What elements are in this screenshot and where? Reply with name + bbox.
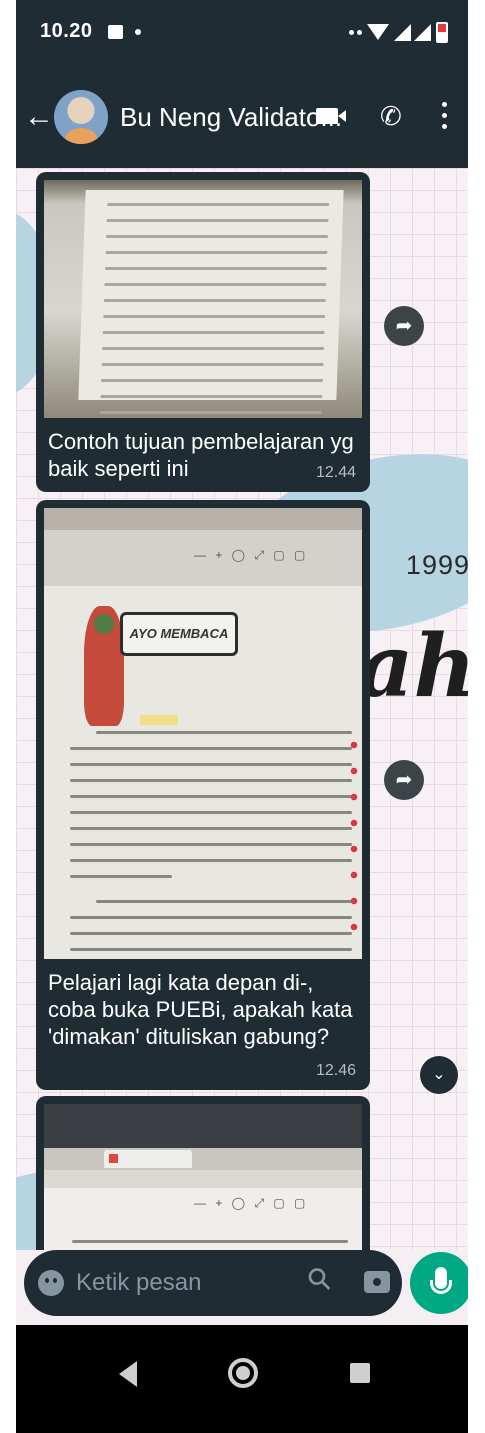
navigation-bar bbox=[16, 1325, 468, 1433]
contact-name[interactable]: Bu Neng Validato... bbox=[120, 102, 342, 133]
photo-red-dots bbox=[350, 732, 358, 942]
chat-area[interactable]: 1999 ah Contoh tujuan pembelajaran yg ba… bbox=[16, 168, 468, 1250]
photo-text-lines bbox=[70, 718, 352, 959]
wallpaper-script-text: ah bbox=[357, 616, 468, 717]
photo-figure bbox=[84, 606, 124, 726]
emoji-icon[interactable] bbox=[38, 1270, 64, 1296]
video-call-icon[interactable] bbox=[316, 108, 346, 124]
attach-icon[interactable]: ⚲ bbox=[300, 1259, 340, 1299]
message-caption: Pelajari lagi kata depan di-, coba buka … bbox=[48, 970, 353, 1049]
status-bar: 10.20 bbox=[16, 0, 468, 68]
message-composer: ⚲ bbox=[24, 1250, 402, 1316]
message-photo[interactable]: — + ◯ ⤢ ▢ ▢ AYO MEMBACA bbox=[44, 508, 362, 959]
more-options-icon[interactable] bbox=[442, 102, 448, 132]
message-time: 12.44 bbox=[315, 464, 356, 481]
message-photo[interactable]: — + ◯ ⤢ ▢ ▢ bbox=[44, 1104, 362, 1250]
battery-icon bbox=[436, 21, 448, 43]
forward-button[interactable]: ➦ bbox=[384, 306, 424, 346]
photo-toolbar: — + ◯ ⤢ ▢ ▢ bbox=[44, 508, 362, 586]
status-time: 10.20 bbox=[40, 20, 93, 42]
dot-icon bbox=[135, 29, 141, 35]
avatar[interactable] bbox=[54, 90, 108, 144]
nav-recents-icon[interactable] bbox=[350, 1363, 370, 1383]
message-bubble[interactable]: Contoh tujuan pembelajaran yg baik seper… bbox=[36, 172, 370, 492]
signal-icon bbox=[394, 23, 411, 41]
photo-paper-sheet bbox=[78, 190, 344, 414]
wifi-icon bbox=[367, 24, 389, 40]
photo-heading: AYO MEMBACA bbox=[120, 612, 238, 656]
phone-screen: 10.20 ← Bu Neng Validato... ✆ 1999 ah Co… bbox=[16, 0, 468, 1433]
wallpaper-year-text: 1999 bbox=[405, 550, 468, 580]
forward-button[interactable]: ➦ bbox=[384, 760, 424, 800]
dot-icon bbox=[357, 29, 362, 35]
chat-header: ← Bu Neng Validato... ✆ bbox=[16, 68, 468, 168]
voice-call-icon[interactable]: ✆ bbox=[380, 101, 402, 131]
status-icons bbox=[349, 20, 448, 44]
message-photo[interactable] bbox=[44, 180, 362, 418]
dot-icon bbox=[349, 29, 354, 35]
message-input[interactable] bbox=[76, 1262, 296, 1304]
camera-icon[interactable] bbox=[364, 1271, 390, 1293]
nav-home-icon[interactable] bbox=[228, 1358, 258, 1388]
message-bubble[interactable]: — + ◯ ⤢ ▢ ▢ AYO MEMBACA Pelajari lagi ka… bbox=[36, 500, 370, 1090]
signal-icon bbox=[414, 23, 431, 41]
scroll-down-button[interactable]: ⌄ bbox=[420, 1056, 458, 1094]
back-arrow-icon[interactable]: ← bbox=[24, 100, 54, 134]
image-notification-icon bbox=[108, 25, 123, 39]
mic-button[interactable] bbox=[410, 1252, 468, 1314]
nav-back-icon[interactable] bbox=[119, 1361, 137, 1387]
message-time: 12.46 bbox=[315, 1062, 356, 1079]
message-bubble[interactable]: — + ◯ ⤢ ▢ ▢ bbox=[36, 1096, 370, 1250]
